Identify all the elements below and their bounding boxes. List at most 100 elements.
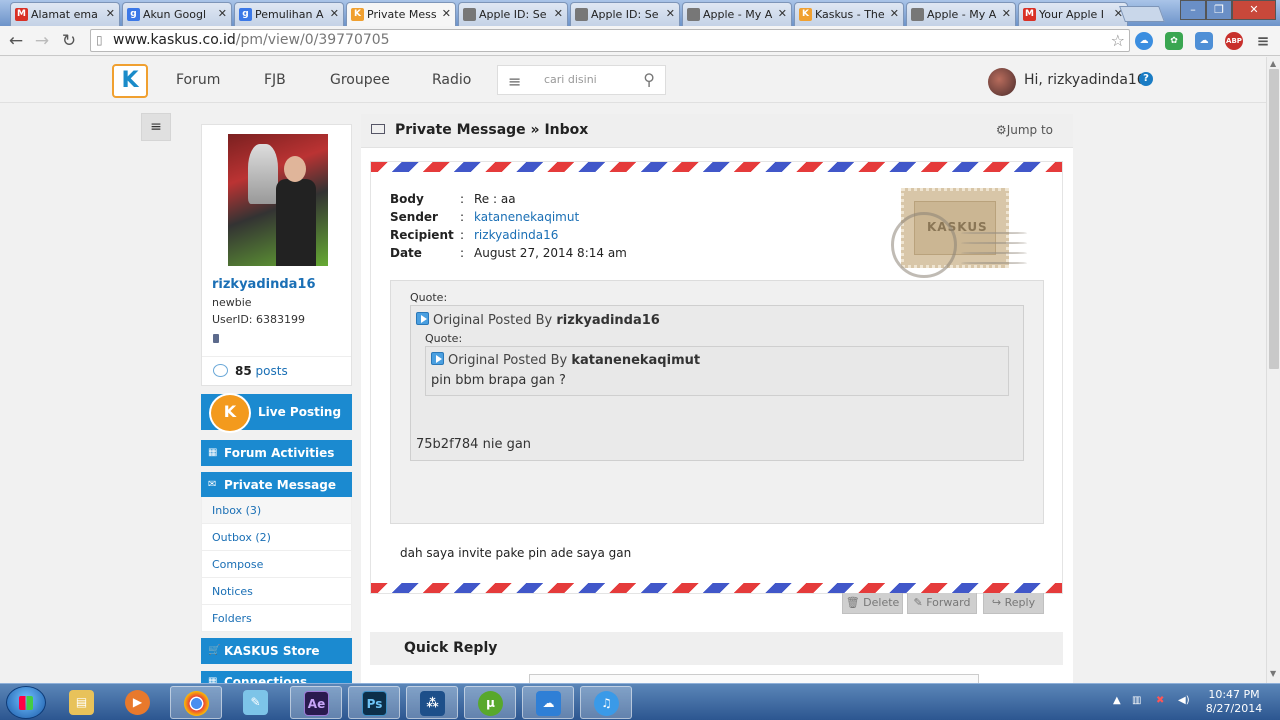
notepad-taskbar-icon[interactable]: ✎ <box>230 686 282 719</box>
scroll-up-arrow-icon[interactable]: ▲ <box>1270 59 1276 68</box>
apple-icon <box>687 8 700 21</box>
browser-tab[interactable]: g Akun Googl ✕ <box>122 2 232 26</box>
envelope-icon: ✉ <box>208 479 217 490</box>
search-icon[interactable]: ⚲ <box>643 70 655 89</box>
live-posting-button[interactable]: K Live Posting <box>201 393 352 433</box>
sidebar-item-notices[interactable]: Notices <box>201 578 352 605</box>
reload-icon[interactable]: ↻ <box>58 30 80 52</box>
explorer-taskbar-icon[interactable]: ▤ <box>56 686 108 719</box>
private-message-button[interactable]: ✉ Private Message <box>201 472 352 498</box>
sidebar-item-compose[interactable]: Compose <box>201 551 352 578</box>
browser-tab-label: Apple ID: Se <box>479 8 547 21</box>
profile-username[interactable]: rizkyadinda16 <box>212 277 316 292</box>
reply-button[interactable]: ↪ Reply <box>983 591 1044 614</box>
itunes-taskbar-icon[interactable]: ♫ <box>580 686 632 719</box>
address-bar[interactable]: ▯ www.kaskus.co.id/pm/view/0/39770705 ☆ <box>90 29 1130 52</box>
browser-tab[interactable]: Apple - My A ✕ <box>906 2 1016 26</box>
gmail-icon: M <box>1023 8 1036 21</box>
back-arrow-icon[interactable]: ← <box>5 30 27 52</box>
close-tab-icon[interactable]: ✕ <box>330 7 339 20</box>
system-clock[interactable]: 10:47 PM 8/27/2014 <box>1198 688 1270 716</box>
volume-icon[interactable]: ◀) <box>1178 695 1190 706</box>
nav-forum[interactable]: Forum <box>176 72 220 88</box>
utorrent-taskbar-icon[interactable]: µ <box>464 686 516 719</box>
view-post-icon[interactable] <box>431 352 444 365</box>
close-tab-icon[interactable]: ✕ <box>442 7 451 20</box>
airmail-border-bottom <box>371 583 1062 593</box>
network-error-icon[interactable]: ✖ <box>1156 695 1164 706</box>
view-post-icon[interactable] <box>416 312 429 325</box>
close-tab-icon[interactable]: ✕ <box>218 7 227 20</box>
sidebar-item-outbox[interactable]: Outbox (2) <box>201 524 352 551</box>
user-avatar[interactable] <box>988 68 1016 96</box>
cloud-extension-icon[interactable]: ☁ <box>1195 32 1213 50</box>
sender-link[interactable]: katanenekaqimut <box>474 210 579 224</box>
start-button[interactable] <box>6 686 46 719</box>
close-tab-icon[interactable]: ✕ <box>778 7 787 20</box>
search-input[interactable]: cari disini <box>544 73 597 86</box>
forum-activities-button[interactable]: ▦ Forum Activities <box>201 440 352 466</box>
nav-fjb[interactable]: FJB <box>264 72 286 88</box>
kaskus-store-button[interactable]: 🛒 KASKUS Store <box>201 638 352 664</box>
gear-icon: ⚙ <box>995 123 1007 137</box>
user-greeting[interactable]: Hi, rizkyadinda16 <box>1024 72 1146 88</box>
browser-tab[interactable]: K Private Mess ✕ <box>346 2 456 26</box>
sidebar-toggle-icon[interactable]: ≡ <box>141 113 171 141</box>
browser-tab[interactable]: M Alamat ema ✕ <box>10 2 120 26</box>
after-effects-taskbar-icon[interactable]: Ae <box>290 686 342 719</box>
close-tab-icon[interactable]: ✕ <box>666 7 675 20</box>
photoshop-taskbar-icon[interactable]: Ps <box>348 686 400 719</box>
search-box[interactable]: ≡ cari disini ⚲ <box>497 65 666 95</box>
url-path: /pm/view/0/39770705 <box>235 32 390 48</box>
browser-tab[interactable]: Apple ID: Se ✕ <box>570 2 680 26</box>
browser-tab[interactable]: Apple - My A ✕ <box>682 2 792 26</box>
browser-tab[interactable]: K Kaskus - The ✕ <box>794 2 904 26</box>
forward-button[interactable]: ✎ Forward <box>907 591 977 614</box>
close-tab-icon[interactable]: ✕ <box>890 7 899 20</box>
delete-button[interactable]: 🗑 Delete <box>842 591 903 614</box>
profile-avatar[interactable] <box>228 134 328 266</box>
close-tab-icon[interactable]: ✕ <box>1002 7 1011 20</box>
close-tab-icon[interactable]: ✕ <box>106 7 115 20</box>
tray-expand-icon[interactable]: ▲ <box>1113 695 1121 706</box>
new-tab-button[interactable] <box>1119 6 1165 22</box>
outer-quote-author: Original Posted By rizkyadinda16 <box>416 312 660 328</box>
maximize-button[interactable]: ❐ <box>1206 0 1232 20</box>
recipient-link[interactable]: rizkyadinda16 <box>474 228 558 242</box>
chrome-taskbar-icon[interactable] <box>170 686 222 719</box>
close-window-button[interactable]: ✕ <box>1232 0 1276 20</box>
sidebar-item-inbox[interactable]: Inbox (3) <box>201 497 352 524</box>
help-icon[interactable]: ? <box>1139 72 1153 86</box>
feedly-extension-icon[interactable]: ✿ <box>1165 32 1183 50</box>
scrollbar-thumb[interactable] <box>1269 69 1279 369</box>
activities-icon: ▦ <box>208 447 218 458</box>
icloud-taskbar-icon[interactable]: ☁ <box>522 686 574 719</box>
browser-tab[interactable]: M Your Apple I ✕ <box>1018 2 1128 26</box>
chrome-menu-icon[interactable]: ≡ <box>1254 32 1272 50</box>
nav-radio[interactable]: Radio <box>432 72 471 88</box>
media-player-taskbar-icon[interactable]: ▶ <box>112 686 164 719</box>
connections-button[interactable]: ▦ Connections <box>201 671 352 683</box>
nav-groupee[interactable]: Groupee <box>330 72 390 88</box>
minimize-button[interactable]: – <box>1180 0 1206 20</box>
postmark-circle <box>891 212 957 278</box>
gmail-icon: M <box>15 8 28 21</box>
bookmark-star-icon[interactable]: ☆ <box>1111 31 1125 50</box>
browser-tab[interactable]: Apple ID: Se ✕ <box>458 2 568 26</box>
blackberry-taskbar-icon[interactable]: ⁂ <box>406 686 458 719</box>
scroll-down-arrow-icon[interactable]: ▼ <box>1270 669 1276 678</box>
jump-to-menu[interactable]: ⚙Jump to <box>996 123 1053 137</box>
icloud-extension-icon[interactable]: ☁ <box>1135 32 1153 50</box>
network-icon[interactable]: ▥ <box>1132 695 1141 706</box>
profile-posts[interactable]: 85 posts <box>235 364 288 378</box>
close-tab-icon[interactable]: ✕ <box>554 7 563 20</box>
sidebar-item-folders[interactable]: Folders <box>201 605 352 632</box>
forward-arrow-icon[interactable]: → <box>31 30 53 52</box>
page-scrollbar[interactable]: ▲ ▼ <box>1266 57 1280 683</box>
category-menu-icon[interactable]: ≡ <box>508 72 521 91</box>
adblock-plus-icon[interactable]: ABP <box>1225 32 1243 50</box>
kaskus-logo[interactable]: K <box>112 64 148 98</box>
browser-tab[interactable]: g Pemulihan A ✕ <box>234 2 344 26</box>
browser-tab-label: Apple ID: Se <box>591 8 659 21</box>
reply-editor-toolbar[interactable] <box>529 674 979 683</box>
